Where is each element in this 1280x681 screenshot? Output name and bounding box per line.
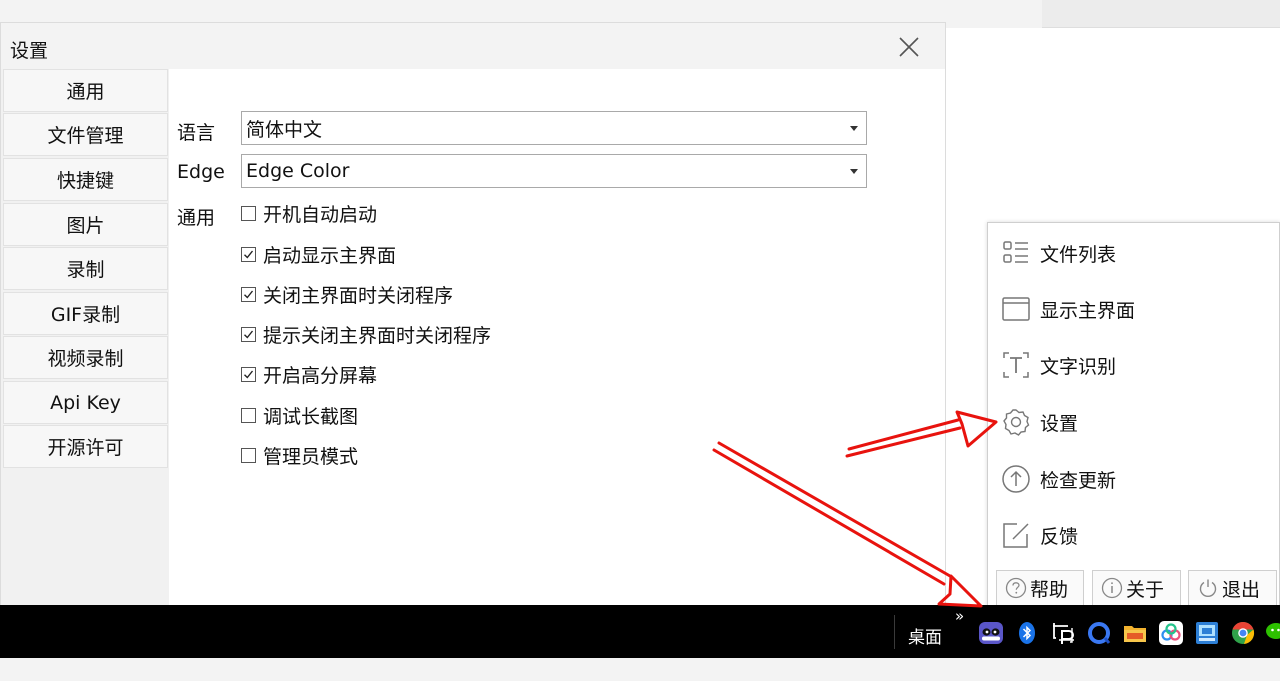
option-show-main-on-start[interactable]: 启动显示主界面 [241,242,397,267]
menu-label: 显示主界面 [1040,299,1136,322]
option-label: 管理员模式 [263,445,359,468]
cloud-app-icon[interactable] [1158,620,1184,646]
edge-value: Edge Color [246,160,350,182]
checkmark-icon [244,250,254,259]
sidebar-item-api-key[interactable]: Api Key [3,381,168,424]
chevron-down-icon [850,126,858,131]
checkbox[interactable] [241,366,256,382]
help-button[interactable]: 帮助 [996,570,1084,606]
general-label: 通用 [177,207,216,229]
option-label: 启动显示主界面 [263,244,397,267]
text-recognition-icon [1001,350,1031,380]
bottom-edge [0,658,1280,681]
option-prompt-close-exits[interactable]: 提示关闭主界面时关闭程序 [241,322,492,347]
menu-label: 检查更新 [1040,469,1117,492]
help-icon [1005,577,1027,599]
checkbox[interactable] [241,407,256,423]
option-label: 提示关闭主界面时关闭程序 [263,324,492,347]
menu-item-feedback[interactable]: 反馈 [988,507,1280,563]
checkbox[interactable] [241,447,256,463]
language-select[interactable]: 简体中文 [241,111,867,145]
exit-button-label: 退出 [1222,578,1261,601]
sidebar-item-video-recording[interactable]: 视频录制 [3,336,168,379]
sidebar-item-open-source[interactable]: 开源许可 [3,425,168,468]
sidebar-item-file-management[interactable]: 文件管理 [3,113,168,156]
power-icon [1197,577,1219,599]
checkmark-icon [244,370,254,379]
menu-item-settings[interactable]: 设置 [988,394,1280,450]
sidebar-item-recording[interactable]: 录制 [3,247,168,290]
taskbar-divider [894,615,895,649]
settings-content: 语言 简体中文 Edge Edge Color 通用 开机自动启动 启动显示主界… [169,69,945,605]
checkbox[interactable] [241,286,256,302]
wechat-icon[interactable] [1264,620,1280,646]
checkmark-icon [244,330,254,339]
sidebar-item-gif-recording[interactable]: GIF录制 [3,292,168,335]
option-debug-long-screenshot[interactable]: 调试长截图 [241,403,359,428]
menu-label: 反馈 [1040,525,1079,548]
blue-circle-app-icon[interactable] [1086,620,1112,646]
menu-label: 文字识别 [1040,355,1117,378]
edge-label: Edge [177,161,225,183]
window-icon [1001,294,1031,324]
checkbox[interactable] [241,205,256,221]
close-button[interactable] [891,31,927,65]
language-value: 简体中文 [246,118,323,141]
about-button[interactable]: 关于 [1092,570,1181,606]
menu-label: 文件列表 [1040,243,1117,266]
panda-app-icon[interactable] [978,620,1004,646]
option-label: 关闭主界面时关闭程序 [263,284,454,307]
checkbox[interactable] [241,246,256,262]
option-high-dpi[interactable]: 开启高分屏幕 [241,362,378,387]
menu-item-file-list[interactable]: 文件列表 [988,225,1280,281]
language-label: 语言 [177,122,216,144]
gear-icon [1001,407,1031,437]
tray-context-menu: 文件列表 显示主界面 文字识别 设置 检查更新 反馈 帮助 关于 退出 [987,222,1280,612]
checkmark-icon [244,290,254,299]
option-label: 开机自动启动 [263,203,378,226]
background-window-edge [1042,0,1280,28]
exit-button[interactable]: 退出 [1188,570,1277,606]
info-icon [1101,577,1123,599]
tray-overflow-chevron[interactable]: » [955,607,964,625]
network-app-icon[interactable] [1194,620,1220,646]
option-label: 调试长截图 [263,405,359,428]
edge-select[interactable]: Edge Color [241,154,867,188]
screenshot-app-icon[interactable] [1050,620,1076,646]
sidebar-item-shortcuts[interactable]: 快捷键 [3,158,168,201]
close-icon [899,37,919,57]
option-auto-start[interactable]: 开机自动启动 [241,201,378,226]
sidebar-item-image[interactable]: 图片 [3,203,168,246]
checkbox[interactable] [241,326,256,342]
upload-arrow-icon [1001,464,1031,494]
file-list-icon [1001,238,1031,268]
folder-app-icon[interactable] [1122,620,1148,646]
sidebar-item-general[interactable]: 通用 [3,69,168,112]
option-admin-mode[interactable]: 管理员模式 [241,443,359,468]
menu-item-text-recognition[interactable]: 文字识别 [988,337,1280,393]
chevron-down-icon [850,169,858,174]
chrome-icon[interactable] [1230,620,1256,646]
option-label: 开启高分屏幕 [263,364,378,387]
bluetooth-icon[interactable] [1014,620,1040,646]
settings-window: 设置 通用 文件管理 快捷键 图片 录制 GIF录制 视频录制 Api Key … [0,22,946,606]
title-bar: 设置 [1,23,945,69]
taskbar: 桌面 » [0,605,1280,658]
menu-item-show-main[interactable]: 显示主界面 [988,281,1280,337]
option-close-exits[interactable]: 关闭主界面时关闭程序 [241,282,454,307]
window-title: 设置 [10,40,49,62]
settings-sidebar: 通用 文件管理 快捷键 图片 录制 GIF录制 视频录制 Api Key 开源许… [1,69,169,605]
help-button-label: 帮助 [1030,578,1069,601]
about-button-label: 关于 [1126,578,1165,601]
menu-label: 设置 [1040,412,1079,435]
desktop-toolbar-label[interactable]: 桌面 [908,623,942,648]
menu-item-check-update[interactable]: 检查更新 [988,451,1280,507]
edit-icon [1001,520,1031,550]
